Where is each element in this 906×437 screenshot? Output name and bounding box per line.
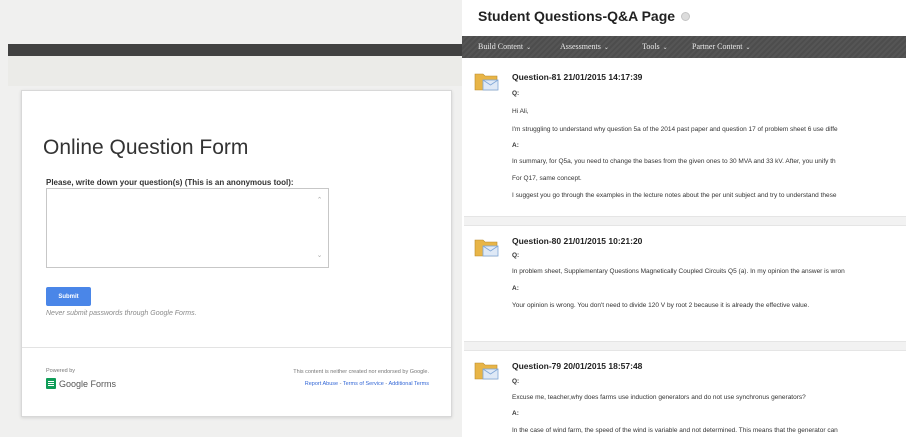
form-title: Online Question Form [43,136,249,159]
report-abuse-link[interactable]: Report Abuse [305,381,338,387]
question-text-line: Hi Ali, [512,108,529,115]
qa-panel: Student Questions-Q&A Page Build Content… [462,0,906,437]
answer-text-line: For Q17, same concept. [512,175,582,182]
folder-envelope-icon [474,73,499,91]
chevron-down-icon: ⌄ [745,45,751,51]
item-separator [464,341,906,351]
content-nav-bar: Build Content ⌄ Assessments ⌄ Tools ⌄ Partn… [462,36,906,58]
nav-label: Partner Content [692,42,743,51]
answer-label: A: [512,142,519,149]
answer-text-line: Your opinion is wrong. You don't need to… [512,302,810,309]
question-item: Question-79 20/01/2015 18:57:48 Q: Excus… [464,351,906,437]
question-textarea[interactable]: ⌃ ⌄ [46,188,329,268]
terms-of-service-link[interactable]: Terms of Service [343,381,384,387]
nav-partner-content[interactable]: Partner Content ⌄ [692,42,750,51]
powered-by-label: Powered by [46,368,76,374]
footer-links: Report Abuse - Terms of Service - Additi… [305,381,429,387]
chevron-down-icon: ⌄ [662,45,668,51]
item-separator [464,216,906,226]
google-forms-logo[interactable]: Google Forms [46,378,116,389]
answer-label: A: [512,285,519,292]
question-text-line: Excuse me, teacher,why does farms use in… [512,394,806,401]
folder-envelope-icon [474,239,499,257]
google-form-panel: Online Question Form Please, write down … [0,0,462,437]
additional-terms-link[interactable]: Additional Terms [388,381,429,387]
question-label: Q: [512,252,520,259]
question-title[interactable]: Question-80 21/01/2015 10:21:20 [512,236,642,246]
google-disclaimer: This content is neither created nor endo… [293,369,429,375]
nav-label: Assessments [560,42,601,51]
form-footer-divider [22,347,451,348]
nav-label: Tools [642,42,660,51]
nav-build-content[interactable]: Build Content ⌄ [478,42,531,51]
folder-envelope-icon [474,362,499,380]
google-forms-icon [46,378,56,389]
options-circle-icon[interactable] [681,11,691,21]
form-card: Online Question Form Please, write down … [21,90,452,417]
question-label: Q: [512,378,520,385]
question-item: Question-80 21/01/2015 10:21:20 Q: In pr… [464,226,906,344]
nav-label: Build Content [478,42,524,51]
nav-assessments[interactable]: Assessments ⌄ [560,42,609,51]
password-warning: Never submit passwords through Google Fo… [46,310,197,317]
scroll-up-icon[interactable]: ⌃ [316,197,323,204]
nav-tools[interactable]: Tools ⌄ [642,42,668,51]
question-title[interactable]: Question-79 20/01/2015 18:57:48 [512,361,642,371]
question-label: Q: [512,90,520,97]
form-header-band [8,56,462,86]
scroll-down-icon[interactable]: ⌄ [316,252,323,259]
answer-text-line: I suggest you go through the examples in… [512,192,837,199]
question-item: Question-81 21/01/2015 14:17:39 Q: Hi Al… [464,58,906,218]
page-title: Student Questions-Q&A Page [478,8,676,24]
chevron-down-icon: ⌄ [603,45,609,51]
google-forms-text: Google Forms [59,378,117,389]
form-top-bar [8,44,462,56]
question-label: Please, write down your question(s) (Thi… [46,178,294,187]
page-title-row: Student Questions-Q&A Page [478,8,691,24]
answer-text-line: In summary, for Q5a, you need to change … [512,158,836,165]
question-text-line: In problem sheet, Supplementary Question… [512,268,845,275]
question-text-line: I'm struggling to understand why questio… [512,126,838,133]
submit-button[interactable]: Submit [46,287,91,306]
answer-label: A: [512,410,519,417]
chevron-down-icon: ⌄ [526,45,532,51]
qa-content-list: Question-81 21/01/2015 14:17:39 Q: Hi Al… [464,58,906,437]
answer-text-line: In the case of wind farm, the speed of t… [512,427,838,434]
question-title[interactable]: Question-81 21/01/2015 14:17:39 [512,72,642,82]
